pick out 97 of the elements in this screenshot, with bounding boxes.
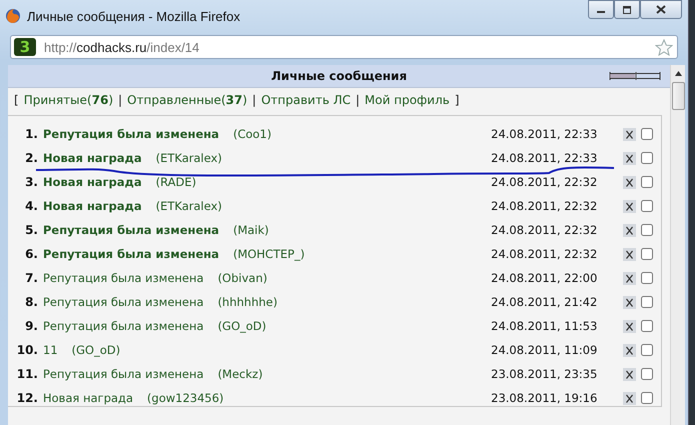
delete-icon[interactable] — [623, 272, 636, 284]
separator: | — [356, 93, 360, 107]
delete-icon[interactable] — [623, 392, 636, 404]
row-number: 12. — [16, 391, 38, 405]
author-name: (hhhhhhe) — [218, 295, 278, 309]
select-checkbox[interactable] — [641, 224, 653, 236]
separator: | — [252, 93, 256, 107]
panel-title: Личные сообщения — [271, 69, 407, 83]
nav-link[interactable]: Принятые(76) — [24, 93, 114, 107]
row-number: 1. — [24, 127, 38, 141]
delete-icon[interactable] — [623, 200, 636, 212]
bracket: ] — [454, 93, 460, 107]
message-date: 24.08.2011, 22:32 — [491, 175, 598, 189]
message-subject-link[interactable]: Репутация была изменена — [43, 367, 204, 381]
row-number: 10. — [16, 343, 38, 357]
row-number: 2. — [24, 151, 38, 165]
message-subject-link[interactable]: Репутация была изменена — [43, 295, 204, 309]
minimize-button[interactable] — [588, 0, 614, 19]
nav-link[interactable]: Отправить ЛС — [261, 93, 351, 107]
author-name: (ETKaralex) — [156, 151, 222, 165]
scrollbar[interactable] — [670, 65, 685, 425]
select-checkbox[interactable] — [641, 320, 653, 332]
separator: | — [118, 93, 122, 107]
maximize-icon — [622, 6, 632, 14]
message-date: 24.08.2011, 22:32 — [491, 223, 598, 237]
delete-icon[interactable] — [623, 152, 636, 164]
message-subject-link[interactable]: 11 — [43, 343, 58, 357]
message-date: 23.08.2011, 19:16 — [491, 391, 598, 405]
delete-icon[interactable] — [623, 176, 636, 188]
author-name: (ETKaralex) — [156, 199, 222, 213]
row-number: 3. — [24, 175, 38, 189]
select-checkbox[interactable] — [641, 296, 653, 308]
message-subject-link[interactable]: Репутация была изменена — [43, 247, 220, 261]
author-name: (Maik) — [233, 223, 269, 237]
select-checkbox[interactable] — [641, 248, 653, 260]
select-checkbox[interactable] — [641, 344, 653, 356]
resize-handle-icon[interactable] — [609, 71, 661, 81]
message-date: 24.08.2011, 11:53 — [491, 319, 598, 333]
message-date: 24.08.2011, 22:00 — [491, 271, 598, 285]
close-button[interactable] — [640, 0, 682, 19]
message-subject-link[interactable]: Репутация была изменена — [43, 271, 204, 285]
message-date: 24.08.2011, 22:33 — [491, 127, 598, 141]
window-title: Личные сообщения - Mozilla Firefox — [27, 8, 240, 24]
delete-icon[interactable] — [623, 296, 636, 308]
delete-icon[interactable] — [623, 368, 636, 380]
message-subject-link[interactable]: Новая награда — [43, 391, 134, 405]
author-name: (GO_oD) — [218, 319, 266, 333]
delete-icon[interactable] — [623, 344, 636, 356]
author-name: (RADE) — [156, 175, 196, 189]
nav-link[interactable]: Мой профиль — [364, 93, 450, 107]
message-date: 23.08.2011, 23:35 — [491, 367, 598, 381]
row-number: 9. — [24, 319, 38, 333]
message-date: 24.08.2011, 21:42 — [491, 295, 598, 309]
message-subject-link[interactable]: Новая награда — [43, 199, 142, 213]
message-subject-link[interactable]: Репутация была изменена — [43, 319, 204, 333]
author-name: (Meckz) — [218, 367, 263, 381]
nav-link[interactable]: Отправленные(37) — [127, 93, 248, 107]
star-icon[interactable] — [655, 38, 673, 56]
scrollbar-thumb[interactable] — [672, 82, 684, 110]
row-number: 8. — [24, 295, 38, 309]
author-name: (Coo1) — [233, 127, 272, 141]
address-field[interactable]: 3 http://codhacks.ru/index/14 — [10, 35, 678, 59]
select-checkbox[interactable] — [641, 392, 653, 404]
delete-icon[interactable] — [623, 320, 636, 332]
message-subject-link[interactable]: Репутация была изменена — [43, 127, 220, 141]
message-date: 24.08.2011, 22:32 — [491, 247, 598, 261]
select-checkbox[interactable] — [641, 368, 653, 380]
message-subject-link[interactable]: Новая награда — [43, 175, 142, 189]
message-date: 24.08.2011, 11:09 — [491, 343, 598, 357]
select-checkbox[interactable] — [641, 152, 653, 164]
select-checkbox[interactable] — [641, 272, 653, 284]
delete-icon[interactable] — [623, 128, 636, 140]
select-checkbox[interactable] — [641, 200, 653, 212]
delete-icon[interactable] — [623, 248, 636, 260]
message-date: 24.08.2011, 22:33 — [491, 151, 598, 165]
author-name: (gow123456) — [147, 391, 224, 405]
row-number: 4. — [24, 199, 38, 213]
url-text: http://codhacks.ru/index/14 — [44, 40, 200, 54]
author-name: (Obivan) — [218, 271, 268, 285]
row-number: 7. — [24, 271, 38, 285]
site-icon: 3 — [14, 38, 36, 56]
author-name: (МОНСТЕР_) — [233, 247, 305, 261]
delete-icon[interactable] — [623, 224, 636, 236]
select-checkbox[interactable] — [641, 128, 653, 140]
scroll-up-arrow-icon[interactable] — [674, 71, 682, 76]
row-number: 11. — [16, 367, 38, 381]
maximize-button[interactable] — [614, 0, 640, 19]
row-number: 6. — [24, 247, 38, 261]
author-name: (GO_oD) — [72, 343, 120, 357]
select-checkbox[interactable] — [641, 176, 653, 188]
close-icon — [656, 5, 666, 14]
browser-logo-icon — [5, 8, 21, 24]
bracket: [ — [14, 93, 19, 107]
message-subject-link[interactable]: Репутация была изменена — [43, 223, 220, 237]
row-number: 5. — [24, 223, 38, 237]
message-date: 24.08.2011, 22:32 — [491, 199, 598, 213]
message-subject-link[interactable]: Новая награда — [43, 151, 142, 165]
